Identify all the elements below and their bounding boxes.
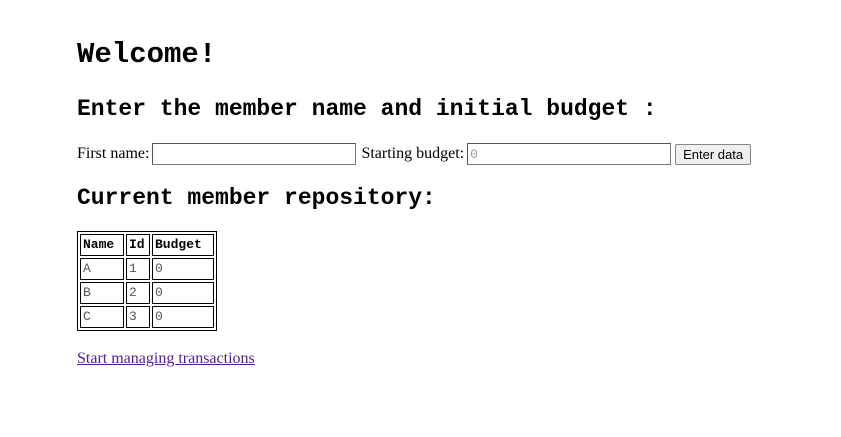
- page-title: Welcome!: [77, 38, 217, 71]
- cell-id: 1: [126, 258, 150, 280]
- form-heading: Enter the member name and initial budget…: [77, 96, 657, 122]
- cell-name: B: [80, 282, 124, 304]
- cell-budget: 0: [152, 282, 214, 304]
- column-header-budget: Budget: [152, 234, 214, 256]
- member-repository-table: Name Id Budget A 1 0 B 2 0 C 3 0: [77, 231, 217, 331]
- table-row: C 3 0: [80, 306, 214, 328]
- first-name-input[interactable]: [152, 143, 357, 165]
- starting-budget-label: Starting budget:: [361, 145, 465, 162]
- cell-budget: 0: [152, 258, 214, 280]
- cell-id: 2: [126, 282, 150, 304]
- repository-heading: Current member repository:: [77, 185, 436, 211]
- column-header-name: Name: [80, 234, 124, 256]
- member-form: First name: Starting budget: Enter data: [77, 142, 752, 166]
- cell-name: C: [80, 306, 124, 328]
- column-header-id: Id: [126, 234, 150, 256]
- first-name-label: First name:: [77, 145, 150, 162]
- table-row: B 2 0: [80, 282, 214, 304]
- start-managing-transactions-link[interactable]: Start managing transactions: [77, 350, 255, 368]
- cell-id: 3: [126, 306, 150, 328]
- starting-budget-input[interactable]: [467, 143, 672, 165]
- cell-budget: 0: [152, 306, 214, 328]
- table-header-row: Name Id Budget: [80, 234, 214, 256]
- enter-data-button[interactable]: Enter data: [675, 143, 752, 165]
- table-row: A 1 0: [80, 258, 214, 280]
- cell-name: A: [80, 258, 124, 280]
